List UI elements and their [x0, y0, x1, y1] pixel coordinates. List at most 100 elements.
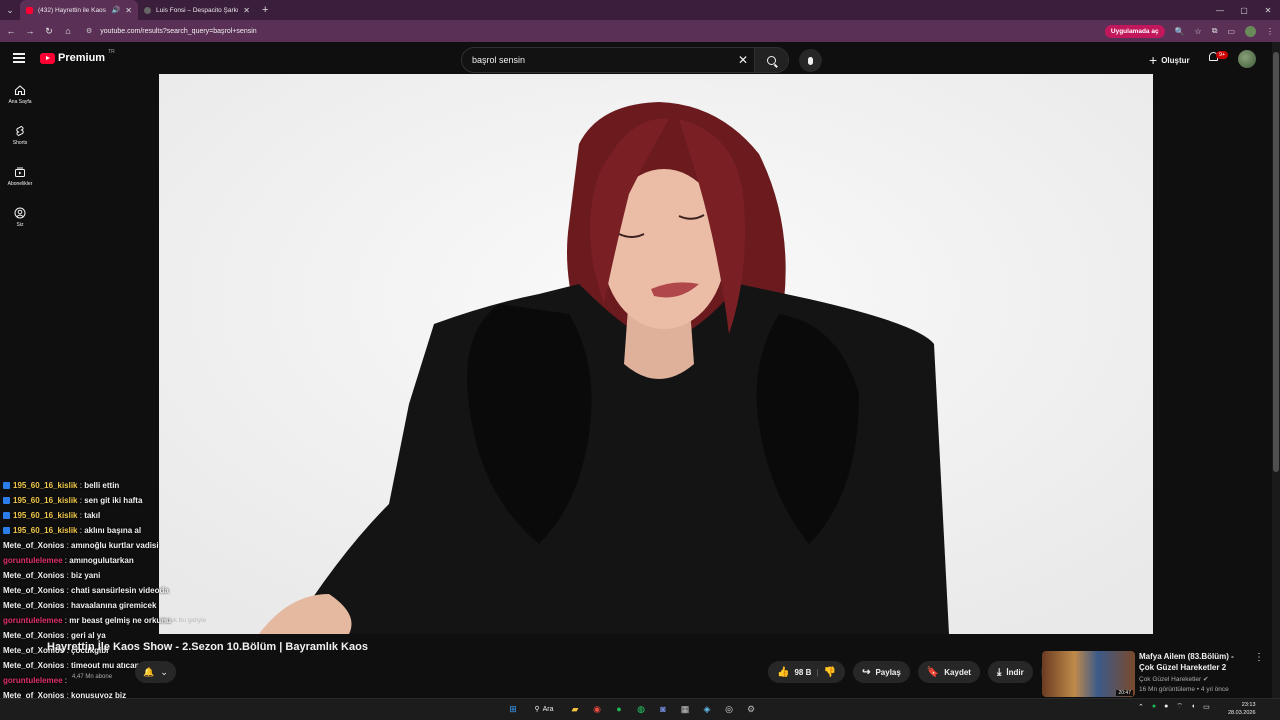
chat-text: timeout mu atıcan — [71, 661, 140, 670]
site-info-icon[interactable]: ⚙ — [86, 28, 92, 35]
video-duration: 20:47 — [1116, 690, 1133, 696]
bookmark-star-icon[interactable]: ☆ — [1195, 27, 1202, 36]
badge-icon — [3, 527, 10, 534]
browser-tab-despacito[interactable]: Luis Fonsi – Despacito Şarkı Sö ✕ — [138, 0, 256, 20]
clock-time: 23:13 — [1241, 702, 1256, 708]
chat-username[interactable]: 195_60_16_kislik — [13, 496, 78, 505]
file-explorer-icon[interactable]: ▰ — [567, 701, 583, 717]
chevron-up-icon[interactable]: ⌃ — [1138, 703, 1144, 711]
settings-icon[interactable]: ⚙ — [743, 701, 759, 717]
tray-app-icon[interactable]: ● — [1152, 703, 1156, 710]
menu-icon[interactable] — [13, 53, 25, 63]
browser-menu-icon[interactable]: ⋮ — [1266, 27, 1274, 36]
chat-username[interactable]: 195_60_16_kislik — [13, 526, 78, 535]
account-avatar[interactable] — [1238, 50, 1256, 68]
back-icon[interactable]: ← — [6, 26, 16, 36]
share-label: Paylaş — [875, 667, 901, 677]
chat-username[interactable]: goruntulelemee — [3, 556, 63, 565]
like-button[interactable]: 👍 98 B | 👎 — [768, 661, 846, 683]
more-vertical-icon[interactable]: ⋮ — [1254, 652, 1264, 663]
sidebar-item-shorts[interactable]: Shorts — [0, 115, 40, 156]
steam-icon[interactable]: ◈ — [699, 701, 715, 717]
close-tab-icon[interactable]: ✕ — [125, 6, 132, 15]
search-box: ✕ — [461, 47, 789, 73]
recommended-channel[interactable]: Çok Güzel Hareketler ✔ — [1139, 675, 1208, 683]
chat-username[interactable]: Mete_of_Xonios — [3, 631, 64, 640]
recommended-thumbnail[interactable]: 20:47 — [1042, 651, 1135, 697]
page-scrollbar[interactable] — [1272, 42, 1280, 698]
sidebar-item-subscriptions[interactable]: Abonelikler — [0, 156, 40, 197]
create-label: Oluştur — [1161, 55, 1190, 65]
windows-start-icon[interactable]: ⊞ — [505, 701, 521, 717]
obs-icon[interactable]: ◎ — [721, 701, 737, 717]
chat-username[interactable]: goruntulelemee — [3, 676, 63, 685]
new-tab-button[interactable]: + — [256, 4, 274, 16]
chrome-icon[interactable]: ◉ — [589, 701, 605, 717]
whatsapp-icon[interactable]: ◍ — [633, 701, 649, 717]
minimize-icon[interactable]: — — [1208, 0, 1232, 20]
close-tab-icon[interactable]: ✕ — [243, 6, 250, 15]
volume-icon[interactable]: ◖ — [1191, 703, 1195, 710]
sidebar-toggle-icon[interactable]: ▭ — [1227, 27, 1235, 36]
search-input[interactable] — [462, 48, 732, 72]
chat-message: 195_60_16_kislik : sen git iki hafta — [3, 493, 203, 508]
chat-username[interactable]: Mete_of_Xonios — [3, 586, 64, 595]
logo-text: Premium — [58, 52, 106, 64]
discord-icon[interactable]: ◙ — [655, 701, 671, 717]
chat-username[interactable]: Mete_of_Xonios — [3, 661, 64, 670]
tab-search-button[interactable]: ⌄ — [0, 0, 20, 20]
download-button[interactable]: ⤓ İndir — [987, 661, 1033, 683]
zoom-icon[interactable]: 🔍 — [1175, 27, 1185, 36]
download-icon: ⤓ — [996, 666, 1002, 678]
home-browser-icon[interactable]: ⌂ — [63, 26, 73, 36]
close-window-icon[interactable]: ✕ — [1256, 0, 1280, 20]
verified-icon: ✔ — [1202, 676, 1209, 683]
reload-icon[interactable]: ↻ — [44, 26, 54, 37]
taskbar-search[interactable]: ⚲ Ara — [527, 701, 561, 717]
address-bar[interactable]: ⚙ youtube.com/results?search_query=başro… — [86, 27, 1096, 35]
tray-app-icon[interactable]: ● — [1164, 703, 1168, 710]
chat-username[interactable]: 195_60_16_kislik — [13, 481, 78, 490]
voice-search-button[interactable] — [799, 49, 822, 72]
chat-username[interactable]: Mete_of_Xonios — [3, 541, 64, 550]
share-button[interactable]: ↪ Paylaş — [853, 661, 910, 683]
chat-username[interactable]: goruntulelemee — [3, 616, 63, 625]
search-button[interactable] — [754, 48, 788, 72]
maximize-icon[interactable]: ▢ — [1232, 0, 1256, 20]
chat-username[interactable]: 195_60_16_kislik — [13, 511, 78, 520]
scrollbar-thumb[interactable] — [1273, 52, 1279, 472]
sidebar-item-you[interactable]: Siz — [0, 197, 40, 238]
window-controls: — ▢ ✕ — [1208, 0, 1280, 20]
youtube-header: Premium TR ✕ + Oluştur 9+ — [0, 42, 1272, 74]
browser-tab-youtube[interactable]: (432) Hayrettin ile Kaos Sh 🔊 ✕ — [20, 0, 138, 20]
chat-separator: : — [64, 601, 72, 610]
battery-icon[interactable]: ▭ — [1203, 703, 1210, 711]
video-player[interactable] — [159, 74, 1153, 634]
save-button[interactable]: 🔖 Kaydet — [917, 661, 980, 683]
sidebar-item-label: Abonelikler — [7, 181, 33, 187]
profile-avatar[interactable] — [1245, 25, 1256, 37]
wifi-icon[interactable]: ⌔ — [1176, 702, 1183, 711]
clear-search-icon[interactable]: ✕ — [732, 53, 754, 67]
speaker-icon[interactable]: 🔊 — [112, 6, 121, 14]
taskbar-clock[interactable]: 23:13 28.03.2026 — [1228, 701, 1256, 717]
create-button[interactable]: + Oluştur — [1149, 52, 1190, 68]
recommended-title[interactable]: Mafya Ailem (83.Bölüm) - Çok Güzel Harek… — [1139, 651, 1251, 673]
subscription-bell-button[interactable]: 🔔 ⌄ — [135, 661, 176, 683]
spotify-icon[interactable]: ● — [611, 701, 627, 717]
extensions-icon[interactable]: ⧉ — [1212, 26, 1218, 36]
chat-username[interactable]: Mete_of_Xonios — [3, 601, 64, 610]
sidebar-item-label: Shorts — [12, 140, 28, 146]
youtube-logo[interactable]: Premium TR — [40, 49, 115, 64]
chat-text: geri al ya — [71, 631, 106, 640]
thumbs-up-icon: 👍 — [777, 666, 790, 678]
chat-separator: : — [64, 661, 72, 670]
sidebar-item-home[interactable]: Ana Sayfa — [0, 74, 40, 115]
chat-username[interactable]: Mete_of_Xonios — [3, 571, 64, 580]
thumbs-down-icon[interactable]: 👎 — [824, 667, 836, 678]
calculator-icon[interactable]: ▦ — [677, 701, 693, 717]
forward-icon[interactable]: → — [25, 26, 35, 36]
windows-taskbar: ⊞ ⚲ Ara ▰ ◉ ● ◍ ◙ ▦ ◈ ◎ ⚙ ⌃ ● ● ⌔ ◖ ▭ 23:… — [0, 698, 1280, 720]
chat-message: 195_60_16_kislik : aklını başına al — [3, 523, 203, 538]
open-in-app-button[interactable]: Uygulamada aç — [1104, 24, 1165, 38]
